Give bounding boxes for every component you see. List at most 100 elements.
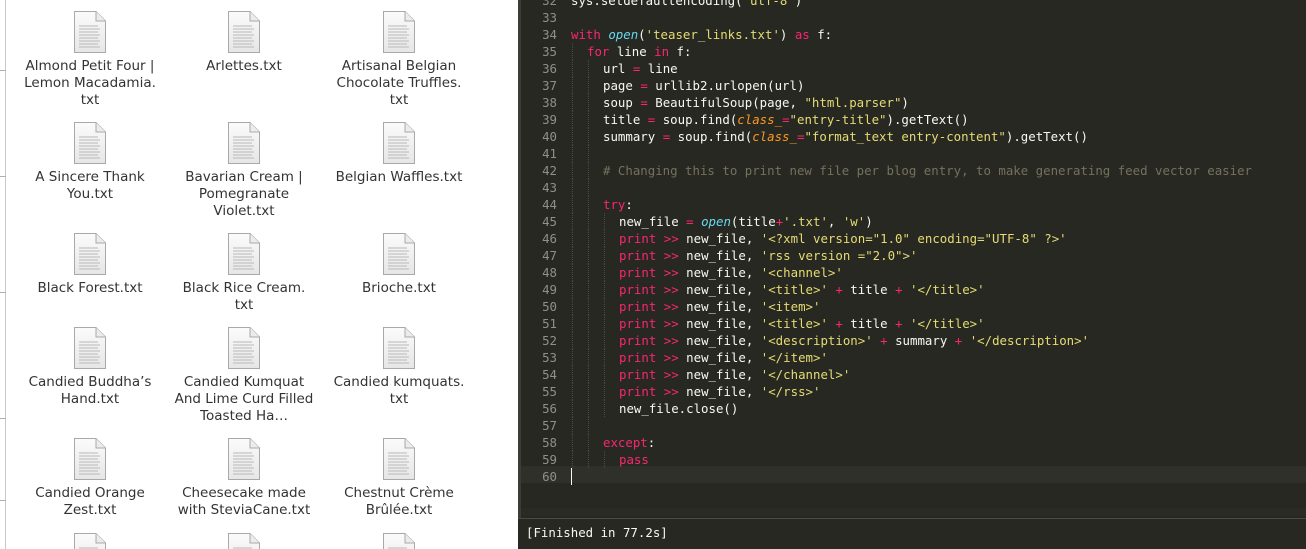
code-token: pass [619,452,649,467]
text-file-icon [382,10,416,54]
code-line: print >> new_file, '</rss>' [571,383,1306,400]
file-name: Brioche.txt [323,280,475,297]
indent-guide [604,315,605,332]
file-name-part: A Sincere Thank You.txt [35,169,145,202]
code-line: except: [571,434,1306,451]
horizontal-scrollbar[interactable] [521,508,1306,516]
file-name: Candied kumquats. txt [323,374,475,408]
file-item[interactable]: Candied Kumquat And Lime Curd Filled Toa… [168,326,320,425]
code-editor[interactable]: 32 33 34 35 36 37 38 39 40 41 42 43 44 45 46 47 48 49 50 51… [518,0,1306,549]
file-item[interactable]: Black Rice Cream. txt [168,232,320,314]
file-item[interactable]: Candied Buddha’s Hand.txt [14,326,166,408]
sidebar-tick [0,418,6,419]
file-item[interactable]: Black Forest.txt [14,232,166,297]
code-token: f: [809,27,833,42]
indent-guide [588,417,589,434]
indent-guide [588,451,589,468]
code-token: '</title>' [910,316,985,331]
file-item[interactable]: Almond Petit Four | Lemon Macadamia. txt [14,10,166,109]
code-token: with [571,27,609,42]
indent-guide [572,417,573,434]
line-number: 46 [542,231,557,246]
code-token: + [835,316,843,331]
file-item[interactable]: Chestnut Crème Brûlée.txt [323,437,475,519]
file-item-partial[interactable] [14,532,166,549]
code-token: BeautifulSoup(page, [647,95,805,110]
code-token: = [686,214,694,229]
code-token: : [625,197,633,212]
code-area[interactable]: sys.setdefaultencoding('utf-8') with open… [571,0,1306,485]
code-token: + [895,316,903,331]
indent-guide [588,315,589,332]
code-token: ) [865,214,873,229]
text-file-icon-svg [74,438,106,480]
code-token: sys.setdefaultencoding( [571,0,743,8]
file-item[interactable]: Candied Orange Zest.txt [14,437,166,519]
code-token: line [609,44,655,59]
line-number: 60 [542,469,557,484]
code-token: new_file, [678,350,761,365]
indent-guide [572,60,573,77]
code-token: title [603,112,648,127]
indent-guide [588,94,589,111]
code-token: print [619,248,657,263]
text-file-icon-svg [74,533,106,549]
file-item-partial[interactable] [323,532,475,549]
indent-guide [572,451,573,468]
file-name: Cheesecake made with SteviaCane.txt [168,485,320,519]
code-token: new_file, [678,265,761,280]
indent-guide [588,60,589,77]
indent-guide [604,400,605,417]
indent-guide [588,111,589,128]
code-token: ( [638,27,646,42]
code-token: for [587,44,610,59]
file-item[interactable]: Cheesecake made with SteviaCane.txt [168,437,320,519]
indent-guide [588,196,589,213]
code-line: new_file = open(title+'.txt', 'w') [571,213,1306,230]
code-token: 'rss version ="2.0">' [760,248,918,263]
file-item[interactable]: Bavarian Cream | Pomegranate Violet.txt [168,121,320,220]
file-name-part: Candied Buddha’s Hand.txt [28,374,152,407]
code-token: '</item>' [760,350,828,365]
indent-guide [572,111,573,128]
code-token: print [619,350,657,365]
code-token: f: [669,44,692,59]
code-token: summary [603,129,663,144]
sidebar-tick [0,70,6,71]
file-item[interactable]: Belgian Waffles.txt [323,121,475,186]
code-token: 'utf-8' [742,0,795,8]
file-item[interactable]: A Sincere Thank You.txt [14,121,166,203]
line-number: 49 [542,282,557,297]
file-item[interactable]: Artisanal Belgian Chocolate Truffles. txt [323,10,475,109]
code-token: : [647,435,656,450]
indent-guide [572,43,573,60]
code-token: except [603,435,648,450]
file-item[interactable]: Brioche.txt [323,232,475,297]
file-item[interactable]: Candied kumquats. txt [323,326,475,408]
file-name-part: Chestnut Crème Brûlée.txt [344,485,454,518]
code-token: new_file, [678,299,761,314]
code-line: print >> new_file, '<?xml version="1.0" … [571,230,1306,247]
file-item-partial[interactable] [168,532,320,549]
code-token: >> [663,248,679,263]
file-name: Almond Petit Four | Lemon Macadamia. txt [14,58,166,109]
code-token: = [640,95,648,110]
line-number: 41 [542,146,557,161]
file-item[interactable]: Arlettes.txt [168,10,320,75]
indent-guide [588,77,589,94]
line-number: 33 [542,10,557,25]
file-name-part: Candied Orange Zest.txt [35,485,145,518]
line-number: 59 [542,452,557,467]
text-file-icon-svg [228,122,260,164]
text-file-icon [73,232,107,276]
code-token: print [619,316,657,331]
file-name: Black Rice Cream. txt [168,280,320,314]
